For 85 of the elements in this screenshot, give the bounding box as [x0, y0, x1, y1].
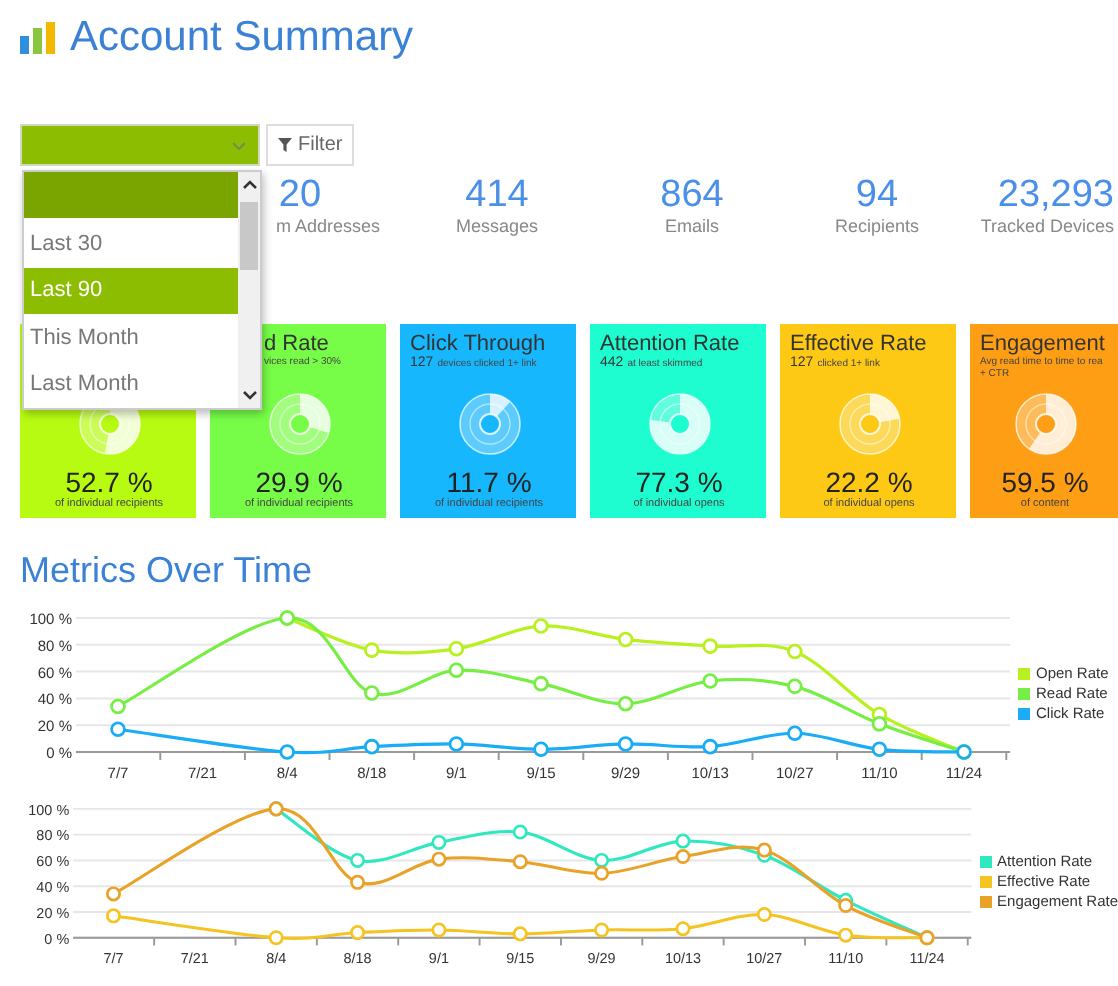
point	[110, 721, 126, 738]
point	[617, 695, 634, 712]
point	[617, 631, 634, 648]
stat-value: 864	[660, 176, 724, 216]
card-percent: 52.7 %	[65, 466, 153, 498]
stat-label: Recipients	[834, 216, 920, 236]
dropdown-option[interactable]: Last 30	[24, 220, 238, 268]
point	[756, 842, 772, 858]
donut-chart-icon	[455, 390, 523, 458]
card-percent: 22.2 %	[825, 466, 913, 498]
stat-value: 20	[278, 176, 322, 216]
bar-chart-icon	[20, 22, 56, 54]
donut-chart-icon	[835, 390, 903, 458]
dropdown-option[interactable]: Last Month	[24, 361, 238, 409]
point	[350, 874, 366, 890]
point	[448, 662, 465, 679]
point	[675, 849, 691, 865]
point	[594, 922, 610, 938]
date-range-dropdown[interactable]	[20, 124, 260, 166]
point	[838, 898, 854, 914]
point	[702, 738, 718, 755]
point	[364, 738, 380, 755]
point	[533, 618, 549, 634]
point	[675, 921, 691, 937]
point	[448, 736, 465, 752]
card-percent: 11.7 %	[446, 466, 532, 498]
stat-value: 414	[465, 176, 529, 216]
card-percent: 29.9 %	[255, 466, 343, 498]
point	[533, 741, 549, 758]
point	[105, 886, 121, 902]
stat-value: 94	[855, 176, 899, 216]
stat-value: 23,293	[997, 176, 1114, 216]
point	[110, 698, 126, 715]
card-percent: 77.3 %	[635, 466, 723, 498]
card-title: Attention Rate	[600, 332, 742, 356]
scroll-down-icon[interactable]	[241, 390, 257, 400]
point	[512, 824, 528, 840]
point	[871, 741, 888, 758]
donut-chart-icon	[645, 390, 713, 458]
point	[431, 851, 447, 867]
dropdown-option[interactable]: This Month	[24, 314, 238, 362]
point	[512, 854, 528, 870]
stat-label: Messages	[455, 216, 539, 236]
stat-label: Tracked Devices	[980, 216, 1114, 236]
point	[364, 642, 380, 658]
donut-chart-icon	[1011, 390, 1079, 458]
donut-chart-icon	[265, 390, 333, 458]
point	[431, 834, 447, 850]
point	[512, 926, 528, 942]
point	[838, 927, 854, 943]
point	[617, 736, 634, 752]
point	[350, 852, 366, 868]
point	[350, 925, 366, 941]
funnel-icon	[278, 138, 292, 152]
card-title: d Rate	[264, 332, 331, 356]
point	[448, 641, 465, 657]
filter-button[interactable]: Filter	[266, 124, 355, 166]
point	[594, 865, 610, 881]
stat-label: Emails	[664, 216, 719, 236]
point	[787, 643, 803, 660]
section-title: Metrics Over Time	[18, 550, 315, 594]
point	[533, 675, 549, 692]
card-title: Engagement	[980, 332, 1107, 356]
point	[364, 685, 380, 701]
point	[675, 833, 691, 849]
stat-label: m Addresses	[273, 216, 381, 236]
point	[279, 744, 295, 760]
card-title: Effective Rate	[790, 332, 929, 356]
caret-icon	[232, 141, 246, 149]
point	[105, 908, 121, 924]
point	[431, 922, 447, 938]
card-percent: 59.5 %	[1001, 466, 1089, 498]
point	[871, 716, 888, 732]
point	[787, 678, 803, 695]
point	[702, 673, 718, 689]
point	[756, 907, 772, 923]
point	[268, 930, 284, 946]
scrollbar-thumb[interactable]	[240, 202, 258, 270]
point	[594, 852, 610, 868]
point	[787, 725, 803, 742]
page-title: Account Summary	[70, 14, 414, 62]
point	[702, 638, 718, 654]
scrollbar[interactable]	[238, 172, 260, 408]
card-title: Click Through	[410, 332, 548, 356]
scroll-up-icon[interactable]	[241, 180, 257, 190]
